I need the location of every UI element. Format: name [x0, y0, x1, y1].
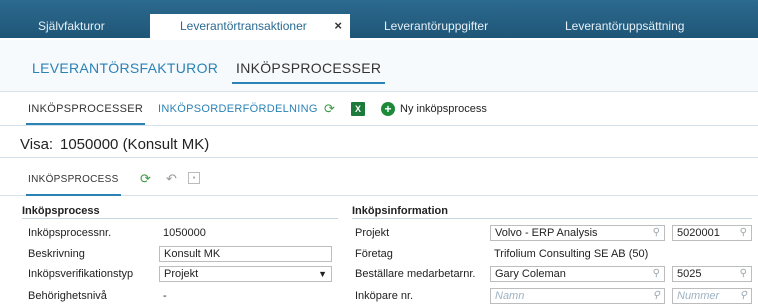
search-icon[interactable]: ⚲	[653, 267, 660, 281]
label-behorighetsniva: Behörighetsnivå	[28, 290, 107, 302]
label-bestallare: Beställare medarbetarnr.	[355, 268, 476, 280]
inkopsverifikationstyp-select[interactable]: Projekt ▼	[159, 266, 332, 282]
refresh-icon[interactable]: ⟳	[140, 171, 151, 187]
bestallare-number-value: 5025	[677, 268, 702, 280]
visa-label: Visa:	[20, 136, 54, 153]
inkopare-name-field[interactable]: Namn ⚲	[490, 288, 665, 304]
refresh-icon[interactable]: ⟳	[324, 101, 335, 117]
search-icon[interactable]: ⚲	[653, 226, 660, 240]
excel-icon[interactable]: X	[351, 102, 365, 116]
projekt-number-field[interactable]: 5020001 ⚲	[672, 225, 752, 241]
tab-leverantoruppgifter[interactable]: Leverantöruppgifter	[384, 14, 488, 38]
visa-row: Visa: 1050000 (Konsult MK)	[0, 132, 758, 158]
page-tabs: LEVERANTÖRSFAKTUROR INKÖPSPROCESSER	[0, 40, 758, 92]
tab-leverantoruppsattning[interactable]: Leverantöruppsättning	[565, 14, 684, 38]
label-beskrivning: Beskrivning	[28, 248, 85, 260]
save-icon[interactable]: ▪	[188, 172, 200, 184]
label-inkopsprocessnr: Inköpsprocessnr.	[28, 227, 112, 239]
tab-sjalvfakturor[interactable]: Självfakturor	[38, 14, 105, 38]
inkopare-name-placeholder: Namn	[495, 290, 525, 302]
value-inkopsprocessnr: 1050000	[163, 227, 206, 239]
value-behorighetsniva: -	[163, 290, 167, 302]
label-foretag: Företag	[355, 248, 393, 260]
new-process-button[interactable]: Ny inköpsprocess	[400, 103, 487, 115]
search-icon[interactable]: ⚲	[740, 226, 747, 240]
subtab-inkopsorderfordelning[interactable]: INKÖPSORDERFÖRDELNING	[158, 103, 318, 115]
tab-leverantorsfakturor[interactable]: LEVERANTÖRSFAKTUROR	[32, 60, 218, 76]
top-tab-bar: Självfakturor Leverantörtransaktioner × …	[0, 0, 758, 40]
process-toolbar: INKÖPSPROCESS ⟳ ↶ ▪	[0, 158, 758, 196]
projekt-value: Volvo - ERP Analysis	[495, 227, 598, 239]
label-inkopare-nr: Inköpare nr.	[355, 290, 414, 302]
search-icon[interactable]: ⚲	[740, 267, 747, 281]
dropdown-arrow-icon: ▼	[318, 269, 327, 279]
bestallare-number-field[interactable]: 5025 ⚲	[672, 266, 752, 282]
search-icon[interactable]: ⚲	[653, 289, 660, 303]
label-inkopsverifikationstyp: Inköpsverifikationstyp	[28, 268, 134, 280]
section-divider	[22, 218, 338, 219]
projekt-number-value: 5020001	[677, 227, 720, 239]
section-title-inkopsprocess: Inköpsprocess	[22, 205, 100, 217]
subtab-inkopsprocesser[interactable]: INKÖPSPROCESSER	[25, 103, 146, 125]
section-divider	[352, 218, 752, 219]
bestallare-value: Gary Coleman	[495, 268, 566, 280]
tab-inkopsprocesser[interactable]: INKÖPSPROCESSER	[231, 60, 386, 84]
tab-label: Leverantörtransaktioner	[180, 19, 307, 33]
inkopare-number-placeholder: Nummer	[677, 290, 720, 302]
tab-inkopsprocess[interactable]: INKÖPSPROCESS	[26, 174, 121, 196]
select-value: Projekt	[164, 268, 199, 280]
visa-value[interactable]: 1050000 (Konsult MK)	[60, 136, 209, 153]
inkopare-number-field[interactable]: Nummer ⚲	[672, 288, 752, 304]
tab-leverantortransaktioner[interactable]: Leverantörtransaktioner ×	[150, 14, 350, 40]
undo-icon[interactable]: ↶	[166, 171, 177, 187]
add-circle-icon[interactable]: +	[381, 102, 395, 116]
beskrivning-field[interactable]: Konsult MK	[159, 246, 332, 262]
close-icon[interactable]: ×	[334, 14, 342, 38]
projekt-field[interactable]: Volvo - ERP Analysis ⚲	[490, 225, 665, 241]
bestallare-field[interactable]: Gary Coleman ⚲	[490, 266, 665, 282]
label-projekt: Projekt	[355, 227, 390, 239]
section-title-inkopsinformation: Inköpsinformation	[352, 205, 448, 217]
search-icon[interactable]: ⚲	[740, 289, 747, 303]
value-foretag: Trifolium Consulting SE AB (50)	[494, 248, 649, 260]
sub-toolbar: INKÖPSPROCESSER INKÖPSORDERFÖRDELNING ⟳ …	[0, 92, 758, 126]
